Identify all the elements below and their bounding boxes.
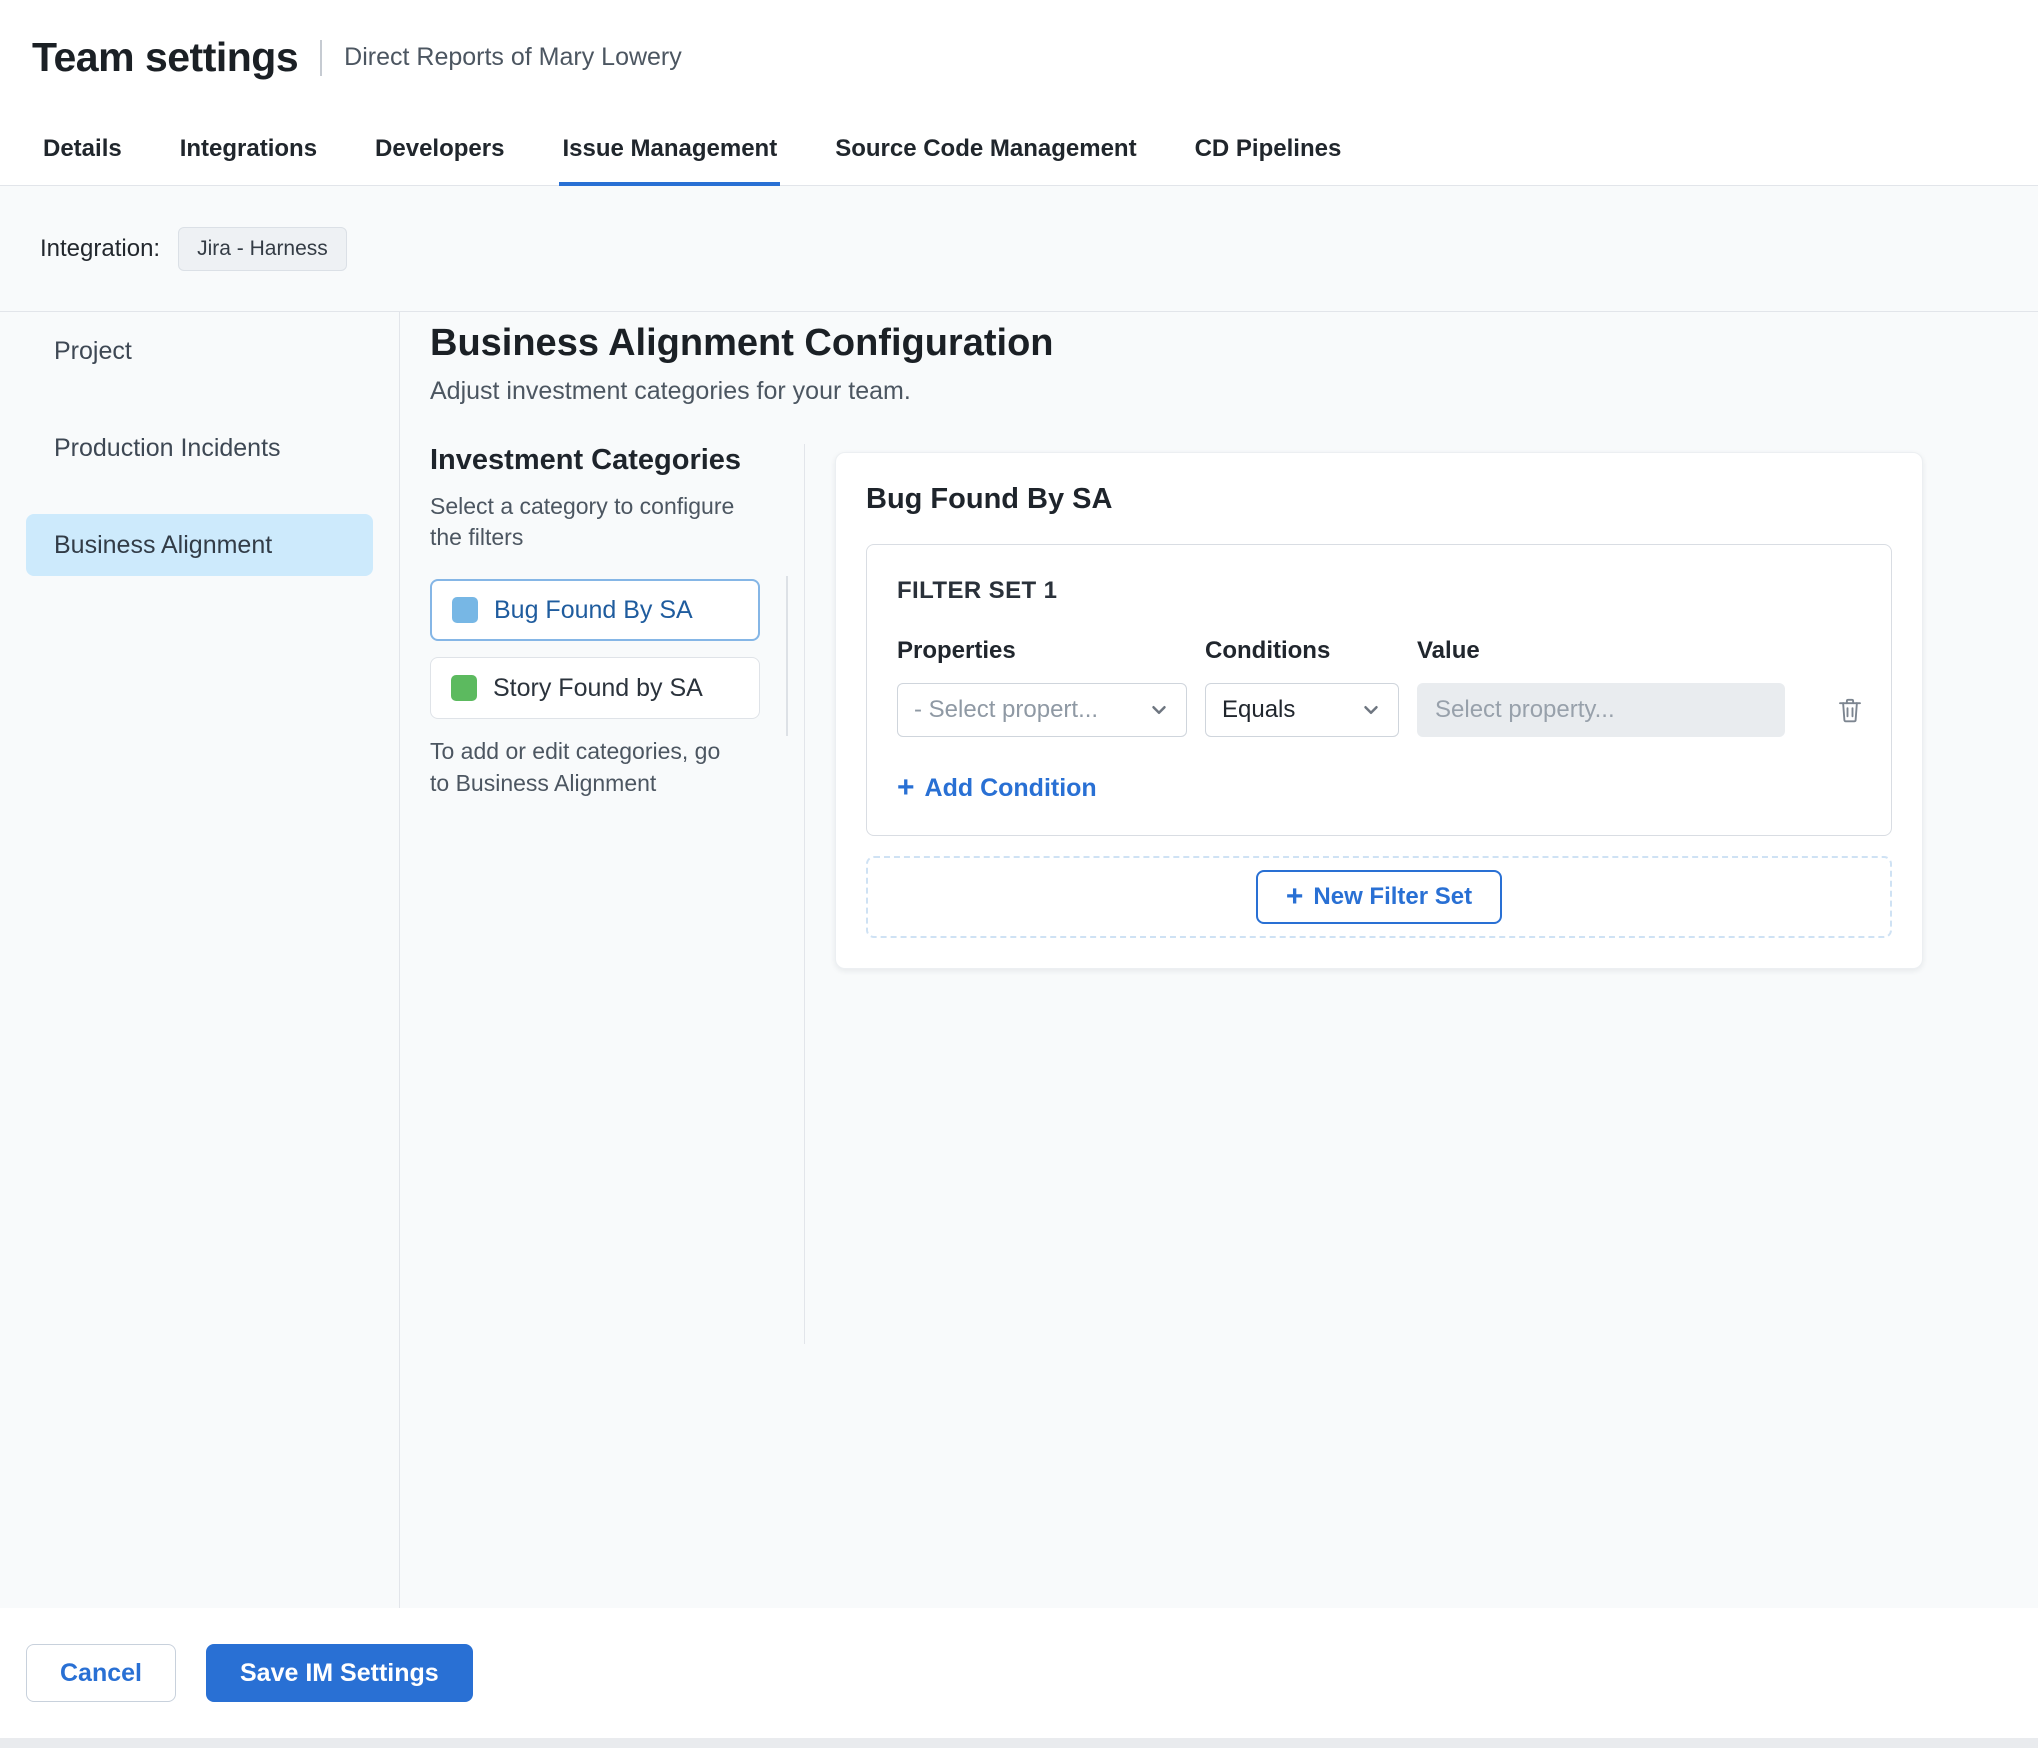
chevron-down-icon	[1152, 706, 1166, 714]
tab-source-code-management[interactable]: Source Code Management	[832, 115, 1139, 186]
category-color-swatch-blue	[452, 597, 478, 624]
content-area: Project Production Incidents Business Al…	[0, 312, 2038, 1608]
conditions-select[interactable]: Equals	[1205, 683, 1399, 737]
sidebar-item-project[interactable]: Project	[26, 320, 373, 382]
tab-issue-management[interactable]: Issue Management	[559, 115, 781, 186]
add-condition-button[interactable]: + Add Condition	[897, 773, 1097, 803]
settings-sidebar: Project Production Incidents Business Al…	[0, 312, 400, 1608]
plus-icon: +	[897, 771, 915, 804]
value-input[interactable]	[1417, 683, 1785, 737]
conditions-select-value: Equals	[1222, 696, 1296, 723]
category-story-found-by-sa[interactable]: Story Found by SA	[430, 657, 760, 720]
filter-set-title: FILTER SET 1	[897, 577, 1058, 604]
section-title: Business Alignment Configuration	[430, 322, 1054, 364]
new-filter-set-button[interactable]: + New Filter Set	[1255, 870, 1503, 924]
new-filter-set-area: + New Filter Set	[866, 856, 1892, 938]
sidebar-item-production-incidents[interactable]: Production Incidents	[26, 417, 373, 479]
categories-footnote: To add or edit categories, go to Busines…	[430, 738, 721, 797]
column-header-value: Value	[1417, 637, 1480, 664]
header: Team settings Direct Reports of Mary Low…	[0, 0, 2038, 115]
add-condition-label: Add Condition	[924, 773, 1097, 802]
page-subtitle: Direct Reports of Mary Lowery	[344, 43, 682, 71]
save-im-settings-button[interactable]: Save IM Settings	[206, 1644, 473, 1702]
properties-select[interactable]: - Select propert...	[897, 683, 1187, 737]
category-bug-found-by-sa[interactable]: Bug Found By SA	[430, 579, 760, 642]
tab-developers[interactable]: Developers	[372, 115, 507, 186]
integration-chip: Jira - Harness	[178, 226, 347, 271]
tab-bar: Details Integrations Developers Issue Ma…	[0, 115, 2038, 186]
categories-title: Investment Categories	[430, 444, 742, 476]
business-alignment-main: Business Alignment Configuration Adjust …	[400, 312, 2038, 1608]
filter-panel-area: Bug Found By SA FILTER SET 1 Properties …	[805, 444, 2038, 969]
title-separator	[320, 39, 323, 76]
category-color-swatch-green	[451, 675, 477, 702]
tab-integrations[interactable]: Integrations	[177, 115, 320, 186]
column-header-properties: Properties	[897, 637, 1016, 664]
new-filter-set-label: New Filter Set	[1313, 883, 1473, 910]
column-header-conditions: Conditions	[1205, 637, 1331, 664]
tab-cd-pipelines[interactable]: CD Pipelines	[1192, 115, 1345, 186]
category-label: Story Found by SA	[493, 673, 703, 702]
plus-icon: +	[1285, 880, 1304, 913]
tab-details[interactable]: Details	[40, 115, 125, 186]
category-list-scrollbar[interactable]	[786, 576, 788, 736]
investment-categories-column: Investment Categories Select a category …	[430, 444, 805, 1344]
chevron-down-icon	[1364, 706, 1378, 714]
delete-condition-button[interactable]	[1831, 691, 1869, 729]
category-label: Bug Found By SA	[494, 595, 693, 624]
sidebar-item-business-alignment[interactable]: Business Alignment	[26, 514, 373, 576]
section-subtitle: Adjust investment categories for your te…	[430, 377, 911, 405]
integration-label: Integration:	[40, 234, 161, 262]
page-title: Team settings	[32, 34, 299, 80]
trash-icon	[1839, 698, 1861, 723]
category-config-panel: Bug Found By SA FILTER SET 1 Properties …	[835, 452, 1923, 969]
footer-actions: Cancel Save IM Settings	[0, 1608, 2038, 1738]
cancel-button[interactable]: Cancel	[26, 1644, 176, 1702]
panel-title: Bug Found By SA	[866, 483, 1113, 515]
properties-select-placeholder: - Select propert...	[914, 696, 1099, 723]
team-settings-page: Team settings Direct Reports of Mary Low…	[0, 0, 2038, 1748]
bottom-edge	[0, 1738, 2038, 1748]
filter-set-1: FILTER SET 1 Properties - Select propert…	[866, 544, 1892, 836]
integration-bar: Integration: Jira - Harness	[0, 186, 2038, 312]
categories-hint: Select a category to configure the filte…	[430, 493, 735, 551]
